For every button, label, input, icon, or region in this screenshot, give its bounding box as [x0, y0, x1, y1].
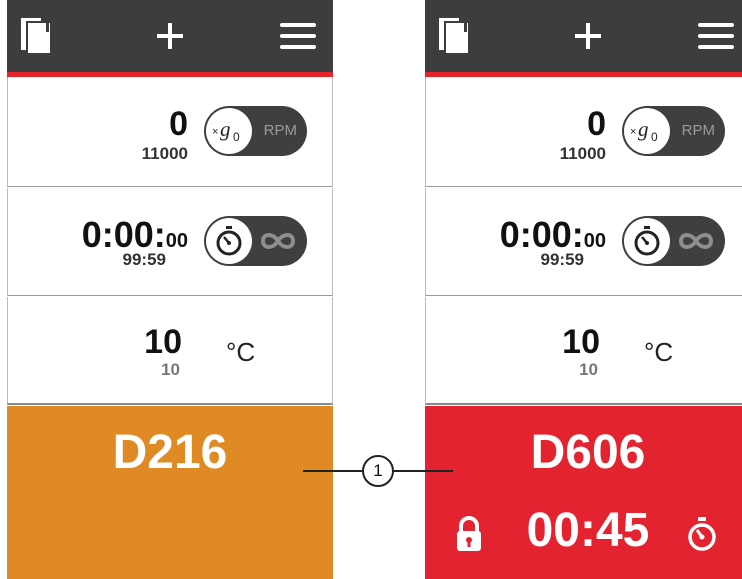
- program-library-button[interactable]: [15, 0, 59, 72]
- svg-text:×: ×: [212, 126, 218, 138]
- add-button[interactable]: [147, 0, 193, 72]
- speed-value: 0: [169, 105, 188, 143]
- program-library-button[interactable]: [433, 0, 477, 72]
- infinity-icon: [678, 233, 714, 249]
- time-value-main: 0:00:: [499, 214, 584, 255]
- temperature-unit: °C: [226, 337, 256, 367]
- menu-button[interactable]: [693, 0, 739, 72]
- menu-button[interactable]: [275, 0, 321, 72]
- hamburger-menu-icon: [280, 23, 316, 49]
- speed-value: 0: [587, 105, 606, 143]
- error-code: D606: [530, 426, 646, 479]
- speed-unit-toggle[interactable]: × g 0 RPM: [622, 106, 725, 156]
- temperature-row[interactable]: 10 10 °C: [7, 297, 333, 405]
- device-screen-left: 0 11000 × g 0 RPM 0:00:00 99:59 10 10 °C…: [7, 0, 333, 579]
- rpm-label: RPM: [681, 122, 715, 139]
- svg-text:g: g: [638, 117, 649, 141]
- time-value-seconds: 00: [165, 230, 188, 252]
- stopwatch-icon: [206, 218, 252, 264]
- top-bar: [425, 0, 742, 77]
- speed-setpoint: 11000: [559, 144, 606, 163]
- time-mode-toggle[interactable]: [622, 216, 725, 266]
- time-value-main: 0:00:: [81, 214, 166, 255]
- time-setpoint: 99:59: [540, 250, 584, 269]
- speed-unit-toggle[interactable]: × g 0 RPM: [204, 106, 307, 156]
- stopwatch-icon: [688, 517, 716, 551]
- xg0-icon: × g 0: [206, 108, 252, 154]
- time-setpoint: 99:59: [122, 250, 166, 269]
- plus-icon: [157, 23, 183, 49]
- plus-icon: [575, 23, 601, 49]
- temperature-value: 10: [144, 323, 182, 361]
- infinity-icon: [260, 233, 296, 249]
- svg-text:g: g: [220, 117, 231, 141]
- book-icon: [21, 18, 52, 55]
- rpm-label: RPM: [263, 122, 297, 139]
- device-screen-right: 0 11000 × g 0 RPM 0:00:00 99:59 10 10 °C…: [425, 0, 742, 579]
- temperature-value: 10: [562, 323, 600, 361]
- stopwatch-icon: [624, 218, 670, 264]
- status-area: D216: [7, 406, 333, 579]
- status-area: D606 00:45: [425, 406, 742, 579]
- speed-row[interactable]: 0 11000 × g 0 RPM: [425, 77, 742, 187]
- top-bar: [7, 0, 333, 77]
- svg-text:×: ×: [630, 126, 636, 138]
- temperature-unit: °C: [644, 337, 674, 367]
- error-code: D216: [112, 426, 228, 479]
- temperature-setpoint: 10: [161, 360, 180, 379]
- speed-setpoint: 11000: [141, 144, 188, 163]
- xg0-icon: × g 0: [624, 108, 670, 154]
- time-mode-toggle[interactable]: [204, 216, 307, 266]
- callout-line-left: [303, 470, 363, 472]
- temperature-setpoint: 10: [579, 360, 598, 379]
- svg-text:0: 0: [651, 130, 658, 144]
- time-value-seconds: 00: [583, 230, 606, 252]
- time-row[interactable]: 0:00:00 99:59: [425, 188, 742, 296]
- hamburger-menu-icon: [698, 23, 734, 49]
- callout-line-right: [393, 470, 453, 472]
- add-button[interactable]: [565, 0, 611, 72]
- callout-marker: 1: [362, 455, 394, 487]
- time-row[interactable]: 0:00:00 99:59: [7, 188, 333, 296]
- speed-row[interactable]: 0 11000 × g 0 RPM: [7, 77, 333, 187]
- temperature-row[interactable]: 10 10 °C: [425, 297, 742, 405]
- book-icon: [439, 18, 470, 55]
- svg-text:0: 0: [233, 130, 240, 144]
